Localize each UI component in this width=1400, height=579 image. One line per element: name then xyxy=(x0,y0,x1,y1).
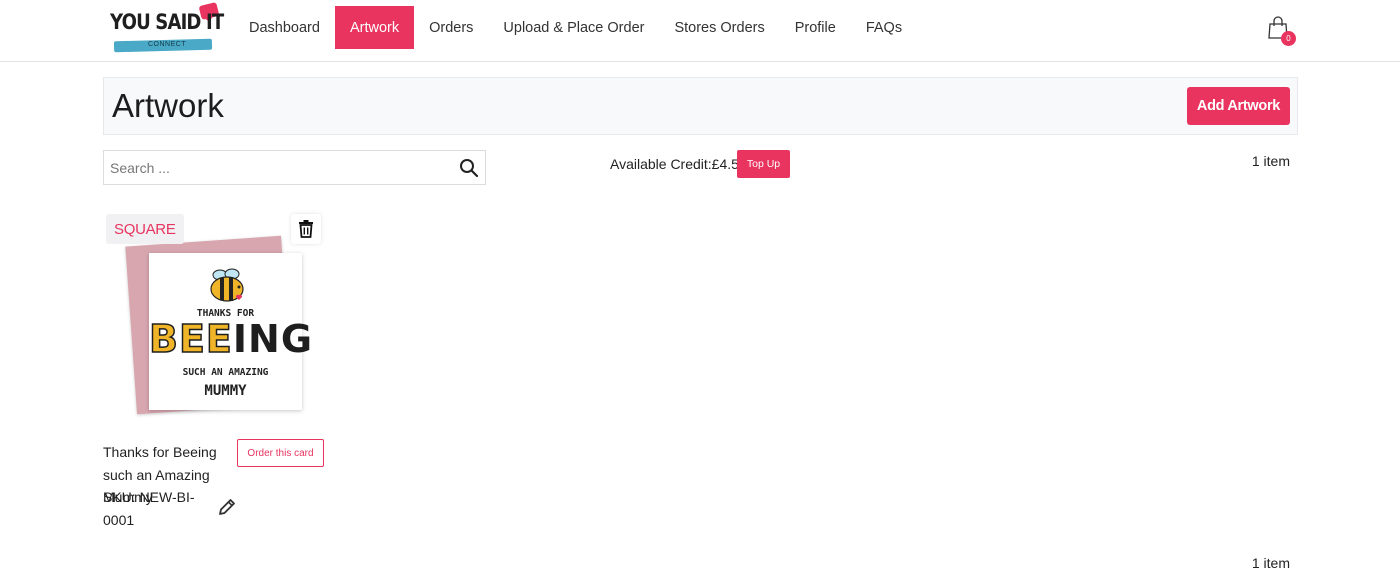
search-box xyxy=(103,150,486,185)
pencil-edit-icon[interactable] xyxy=(217,497,237,517)
card-text-line2: BEEING xyxy=(148,316,312,362)
cart-button[interactable]: 0 xyxy=(1267,16,1296,46)
nav-item-faqs[interactable]: FAQs xyxy=(851,6,917,49)
nav-item-orders[interactable]: Orders xyxy=(414,6,488,49)
top-up-button[interactable]: Top Up xyxy=(737,150,790,178)
card-artwork-image[interactable]: THANKS FOR BEEING SUCH AN AMAZING MUMMY xyxy=(148,253,312,410)
page-title: Artwork xyxy=(112,87,224,124)
logo-subtext: CONNECT xyxy=(148,41,187,48)
item-count-bottom: 1 item xyxy=(1251,555,1290,571)
search-icon[interactable] xyxy=(459,158,479,178)
product-sku: SKU: NEW-BI-0001 xyxy=(103,489,195,528)
add-artwork-button[interactable]: Add Artwork xyxy=(1187,87,1290,125)
card-text-line4: MUMMY xyxy=(204,383,247,399)
top-navbar: YOU SAID IT CONNECT Dashboard Artwork Or… xyxy=(0,0,1400,62)
site-logo[interactable]: YOU SAID IT CONNECT xyxy=(108,2,224,56)
nav-item-upload-place-order[interactable]: Upload & Place Order xyxy=(488,6,659,49)
available-credit: Available Credit:£4.54 xyxy=(610,156,747,172)
nav-item-stores-orders[interactable]: Stores Orders xyxy=(659,6,779,49)
bee-illustration-icon xyxy=(210,268,244,302)
main-nav: Dashboard Artwork Orders Upload & Place … xyxy=(234,6,917,49)
search-input[interactable] xyxy=(110,157,450,179)
artwork-card: THANKS FOR BEEING SUCH AN AMAZING MUMMY … xyxy=(103,205,333,535)
item-count-top: 1 item xyxy=(1251,153,1290,169)
shape-badge: SQUARE xyxy=(106,214,184,244)
cart-count-badge: 0 xyxy=(1281,31,1296,46)
order-this-card-button[interactable]: Order this card xyxy=(237,439,324,467)
nav-item-dashboard[interactable]: Dashboard xyxy=(234,6,335,49)
card-text-yellow: BEE xyxy=(148,316,233,362)
nav-item-profile[interactable]: Profile xyxy=(780,6,851,49)
card-text-line3: SUCH AN AMAZING xyxy=(182,367,269,378)
trash-icon xyxy=(299,220,313,238)
card-text-dark: ING xyxy=(232,317,314,361)
nav-item-artwork[interactable]: Artwork xyxy=(334,6,415,49)
page-header: Artwork Add Artwork xyxy=(103,77,1298,135)
delete-button[interactable] xyxy=(291,214,321,244)
logo-text: YOU SAID IT xyxy=(110,10,224,34)
